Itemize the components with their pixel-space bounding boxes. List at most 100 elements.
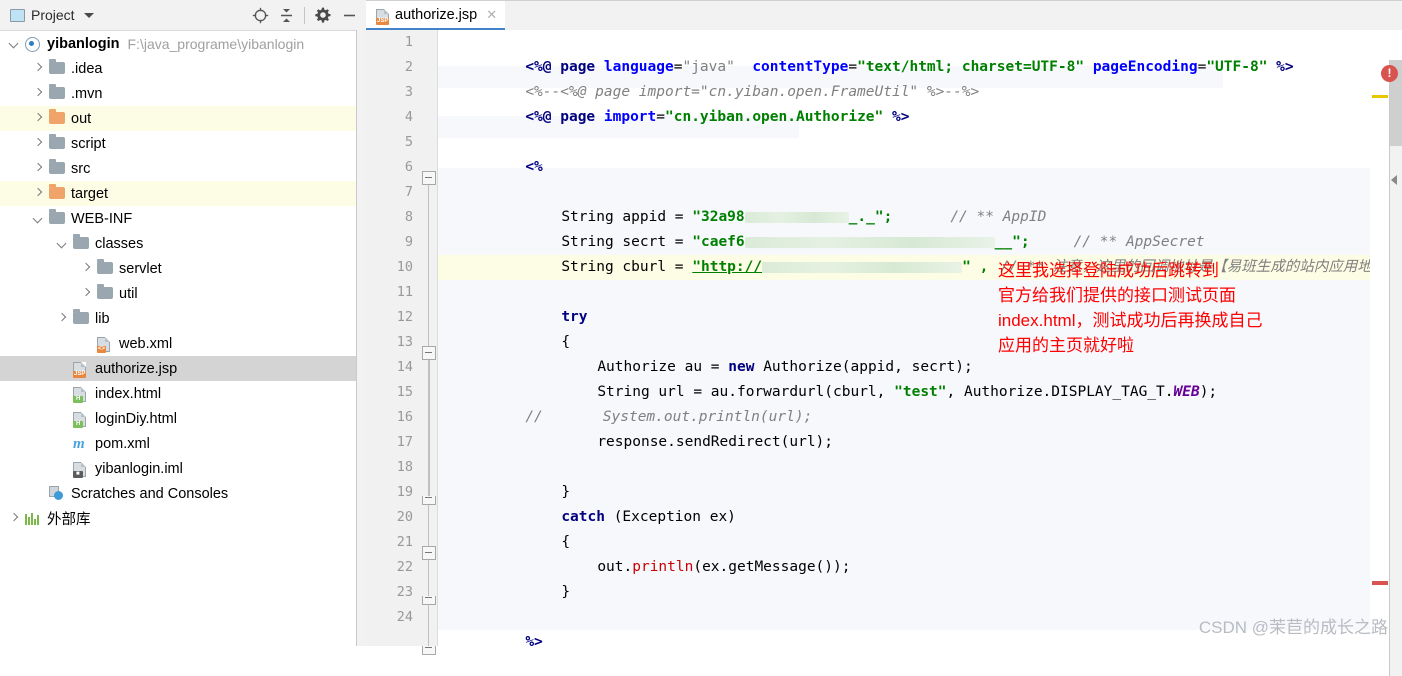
sidebar-divider — [356, 30, 357, 646]
warning-marker[interactable] — [1372, 95, 1388, 98]
tree-row-label: util — [119, 285, 138, 302]
tree-row-web-inf[interactable]: WEB-INF — [0, 206, 366, 231]
line-number: 14 — [396, 359, 413, 375]
chevron-expanded-icon[interactable] — [8, 37, 21, 50]
chevron-expanded-icon[interactable] — [32, 212, 45, 225]
collapse-all-icon[interactable] — [273, 2, 299, 28]
maven-file-icon: m — [73, 436, 85, 452]
chevron-right-icon[interactable] — [80, 262, 93, 275]
tree-row-label: yibanlogin.iml — [95, 460, 183, 477]
fold-toggle-line20[interactable] — [422, 546, 436, 560]
folder-icon — [97, 284, 114, 301]
line-number: 24 — [396, 609, 413, 625]
gear-icon[interactable] — [310, 2, 336, 28]
tree-row-util[interactable]: util — [0, 281, 366, 306]
code-text[interactable]: <%@ page language="java" contentType="te… — [438, 30, 1370, 646]
tree-row-servlet[interactable]: servlet — [0, 256, 366, 281]
code-line-8: String secrt = "caef6 __";// ** AppSecret — [438, 205, 1370, 250]
tree-row-authorize-jsp[interactable]: JSP authorize.jsp — [0, 356, 366, 381]
tree-row-label: WEB-INF — [71, 210, 133, 227]
chevron-right-icon[interactable] — [56, 312, 69, 325]
tree-row-out[interactable]: out — [0, 106, 366, 131]
fold-end-line24[interactable] — [422, 646, 436, 659]
scrollbar-track[interactable] — [1390, 60, 1402, 676]
annotation-line-3: index.html，测试成功后再换成自己 — [998, 311, 1263, 330]
top-border — [366, 0, 1402, 1]
token: response.sendRedirect(url); — [597, 434, 834, 450]
tree-row-logindiy-html[interactable]: HloginDiy.html — [0, 406, 366, 431]
tree-indent-spacer — [56, 362, 69, 375]
tree-row-src[interactable]: src — [0, 156, 366, 181]
minimize-icon[interactable] — [336, 2, 362, 28]
chevron-right-icon[interactable] — [80, 287, 93, 300]
chevron-right-icon[interactable] — [32, 137, 45, 150]
tree-row-scratches-and-consoles[interactable]: Scratches and Consoles — [0, 481, 366, 506]
html-file-icon: H — [73, 411, 90, 428]
line-number: 16 — [396, 409, 413, 425]
tree-row-classes[interactable]: classes — [0, 231, 366, 256]
chevron-right-icon[interactable] — [32, 162, 45, 175]
token: "cn.yiban.open.Authorize" — [665, 109, 884, 125]
tree-row-lib[interactable]: lib — [0, 306, 366, 331]
fold-toggle-line5[interactable] — [422, 171, 436, 185]
folder-icon — [73, 309, 90, 326]
code-line-9: String cburl = "http://" ,// ** 注意，这里的回调… — [438, 230, 1370, 275]
project-panel-icon — [10, 8, 25, 22]
chevron-down-icon[interactable] — [83, 12, 94, 18]
line-number: 20 — [396, 509, 413, 525]
line-number: 12 — [396, 309, 413, 325]
chevron-right-icon[interactable] — [32, 87, 45, 100]
line-number: 15 — [396, 384, 413, 400]
sidebar-scroll-track[interactable] — [357, 30, 366, 646]
tree-row-yibanlogin-iml[interactable]: ■ yibanlogin.iml — [0, 456, 366, 481]
tree-row-script[interactable]: script — [0, 131, 366, 156]
chevron-right-icon[interactable] — [32, 62, 45, 75]
code-folding-column[interactable] — [421, 30, 438, 655]
tree-row-label: loginDiy.html — [95, 410, 177, 427]
tree-row-label: Scratches and Consoles — [71, 485, 229, 502]
tree-row-label: classes — [95, 235, 144, 252]
tree-indent-spacer — [80, 337, 93, 350]
xml-file-icon: <> — [97, 336, 114, 353]
chevron-right-icon[interactable] — [32, 112, 45, 125]
target-locate-icon[interactable] — [247, 2, 273, 28]
code-line-7: String appid = "32a98 _._";// ** AppID — [438, 180, 1370, 225]
line-number: 6 — [404, 159, 413, 175]
folder-orange-icon — [49, 184, 66, 201]
tree-row-外部库[interactable]: 外部库 — [0, 506, 366, 531]
line-number: 17 — [396, 434, 413, 450]
chevron-right-icon[interactable] — [32, 187, 45, 200]
code-line-1: <%@ page language="java" contentType="te… — [438, 30, 1370, 75]
fold-end-line22[interactable] — [422, 596, 436, 609]
line-number: 3 — [404, 84, 413, 100]
token: "http:// — [692, 259, 763, 275]
chevron-right-icon[interactable] — [8, 512, 21, 525]
tree-row-index-html[interactable]: Hindex.html — [0, 381, 366, 406]
tree-row-label: web.xml — [119, 335, 173, 352]
tree-row-label: src — [71, 160, 91, 177]
token: %> — [525, 634, 543, 646]
editor-tab-authorize-jsp[interactable]: JSP authorize.jsp ✕ — [366, 0, 506, 31]
line-number: 4 — [404, 109, 413, 125]
project-panel-title[interactable]: Project — [31, 7, 75, 23]
tree-indent-spacer — [32, 487, 45, 500]
fold-toggle-line12[interactable] — [422, 346, 436, 360]
folder-icon — [49, 209, 66, 226]
line-number: 22 — [396, 559, 413, 575]
error-count-badge[interactable]: ! — [1381, 65, 1398, 82]
marker-gutter[interactable]: ! — [1370, 60, 1402, 676]
project-tree[interactable]: yibanlogin F:\java_programe\yibanlogin .… — [0, 31, 366, 647]
tree-row--mvn[interactable]: .mvn — [0, 81, 366, 106]
chevron-expanded-icon[interactable] — [56, 237, 69, 250]
token: page — [560, 109, 604, 125]
fold-end-line18[interactable] — [422, 496, 436, 509]
error-marker[interactable] — [1372, 581, 1388, 585]
tree-row-pom-xml[interactable]: m pom.xml — [0, 431, 366, 456]
close-icon[interactable]: ✕ — [486, 7, 497, 23]
jsp-file-icon: JSP — [376, 8, 390, 25]
tree-row-project-root[interactable]: yibanlogin F:\java_programe\yibanlogin — [0, 31, 366, 56]
token: } — [561, 584, 571, 600]
tree-row-target[interactable]: target — [0, 181, 366, 206]
tree-row-web-xml[interactable]: <> web.xml — [0, 331, 366, 356]
tree-row--idea[interactable]: .idea — [0, 56, 366, 81]
